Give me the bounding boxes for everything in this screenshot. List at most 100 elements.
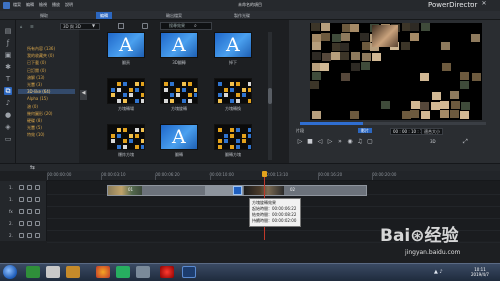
- category-item[interactable]: 光暈 (5): [27, 125, 42, 130]
- menu-view[interactable]: 檢視: [39, 2, 47, 7]
- tab-produce[interactable]: 輸出檔案: [162, 12, 186, 19]
- track-visibility-icon[interactable]: [35, 209, 40, 214]
- library-thumbnail[interactable]: [107, 124, 145, 150]
- preview-mosaic-block: [420, 72, 429, 81]
- tab-capture[interactable]: 擷取: [36, 12, 52, 19]
- library-thumbnail[interactable]: A: [160, 124, 198, 150]
- taskbar-player-icon[interactable]: [116, 266, 130, 278]
- pip-room-icon[interactable]: ▣: [4, 51, 12, 59]
- category-item[interactable]: 溶解 (13): [27, 75, 44, 80]
- track-enable-checkbox[interactable]: [19, 233, 24, 238]
- clip-mode-toggle[interactable]: 片段: [296, 128, 304, 133]
- menu-edit[interactable]: 編輯: [26, 2, 34, 7]
- particle-room-icon[interactable]: ✱: [4, 63, 12, 71]
- taskbar-app-6-icon[interactable]: [136, 266, 150, 278]
- title-room-icon[interactable]: T: [4, 75, 12, 83]
- play-icon[interactable]: ▷: [296, 138, 304, 146]
- track-visibility-icon[interactable]: [35, 185, 40, 190]
- category-item[interactable]: 光暈 (3): [27, 82, 42, 87]
- taskbar-app-1-icon[interactable]: [26, 266, 40, 278]
- taskbar-clock[interactable]: 10:11 2019/4/7: [466, 267, 494, 277]
- snapshot-icon[interactable]: ◉: [346, 138, 354, 146]
- category-options-icon[interactable]: ☰: [30, 24, 34, 29]
- minimize-button[interactable]: —: [466, 0, 476, 9]
- zoom-fit-select[interactable]: 適合大小: [421, 128, 443, 135]
- transition-icon[interactable]: [233, 186, 242, 195]
- subtitle-room-icon[interactable]: ▭: [4, 135, 12, 143]
- collapse-panel-button[interactable]: ◀: [80, 90, 87, 100]
- track-lock-icon[interactable]: [27, 221, 32, 226]
- next-frame-icon[interactable]: ▷: [326, 138, 334, 146]
- category-item[interactable]: 特效 (10): [27, 132, 44, 137]
- track-visibility-icon[interactable]: [35, 221, 40, 226]
- video-clip-1[interactable]: [108, 186, 142, 195]
- fx-room-icon[interactable]: ƒ: [4, 39, 12, 47]
- library-thumbnail[interactable]: [107, 78, 145, 104]
- category-item[interactable]: 幾何圖形 (20): [27, 111, 52, 116]
- track-lock-icon[interactable]: [27, 233, 32, 238]
- media-room-icon[interactable]: ▤: [4, 27, 12, 35]
- taskbar-record-icon[interactable]: [160, 266, 174, 278]
- preview-mosaic-block: [331, 52, 340, 61]
- tab-create-disc[interactable]: 製作光碟: [230, 12, 254, 19]
- library-thumbnail[interactable]: A: [107, 32, 145, 58]
- transition-room-icon[interactable]: ⧉: [4, 87, 12, 95]
- document-title: 未命名的項目: [238, 2, 262, 7]
- taskbar-explorer-icon[interactable]: [66, 266, 80, 278]
- volume-icon[interactable]: ♫: [356, 138, 364, 146]
- import-icon[interactable]: [118, 23, 124, 29]
- category-folder-icon[interactable]: ⌂: [20, 24, 23, 29]
- undock-icon[interactable]: ▢: [366, 138, 374, 146]
- previous-frame-icon[interactable]: ◁: [316, 138, 324, 146]
- track-enable-checkbox[interactable]: [19, 209, 24, 214]
- category-item[interactable]: 我的收藏夾 (0): [27, 53, 54, 58]
- taskbar-firefox-icon[interactable]: [96, 266, 110, 278]
- library-scroll-thumb[interactable]: [268, 88, 272, 104]
- close-button[interactable]: ✕: [478, 0, 490, 9]
- track-visibility-icon[interactable]: [35, 197, 40, 202]
- library-thumbnail[interactable]: A: [214, 32, 252, 58]
- category-item[interactable]: Alpha (15): [27, 96, 48, 101]
- category-item[interactable]: 所有內容 (136): [27, 46, 55, 51]
- taskbar-app-2-icon[interactable]: [46, 266, 60, 278]
- start-button[interactable]: [3, 265, 17, 279]
- track-lock-icon[interactable]: [27, 185, 32, 190]
- menu-help[interactable]: 說明: [65, 2, 73, 7]
- category-item[interactable]: 已訂閱 (0): [27, 68, 46, 73]
- library-thumbnail[interactable]: [214, 124, 252, 150]
- fullscreen-icon[interactable]: ⤢: [463, 139, 468, 145]
- track-lock-icon[interactable]: [27, 197, 32, 202]
- preview-mosaic-block: [460, 71, 469, 80]
- menu-file[interactable]: 檔案: [13, 2, 21, 7]
- library-thumbnail[interactable]: [160, 78, 198, 104]
- chapter-room-icon[interactable]: ◈: [4, 123, 12, 131]
- category-item[interactable]: 硬碟 (8): [27, 118, 42, 123]
- library-thumbnail[interactable]: [214, 78, 252, 104]
- category-item[interactable]: 已下載 (0): [27, 60, 46, 65]
- category-item[interactable]: 3D-like (64): [18, 89, 75, 95]
- audio-room-icon[interactable]: ♪: [4, 99, 12, 107]
- taskbar-powerdirector-icon[interactable]: [182, 266, 196, 278]
- track-lock-icon[interactable]: [27, 209, 32, 214]
- track-visibility-icon[interactable]: [35, 233, 40, 238]
- chevron-down-icon[interactable]: ▼: [92, 23, 95, 28]
- menu-play[interactable]: 播放: [52, 2, 60, 7]
- track-enable-checkbox[interactable]: [19, 185, 24, 190]
- movie-mode-toggle[interactable]: 影片: [358, 128, 372, 133]
- track-enable-checkbox[interactable]: [19, 197, 24, 202]
- stop-icon[interactable]: ■: [306, 138, 314, 146]
- voice-room-icon[interactable]: ●: [4, 111, 12, 119]
- category-item[interactable]: 溶 (0): [27, 104, 38, 109]
- 3d-toggle[interactable]: 3D: [430, 139, 436, 144]
- timeline-settings-icon[interactable]: ⇆: [30, 164, 35, 171]
- search-input[interactable]: 搜尋效果: [160, 22, 212, 30]
- preview-mosaic-block: [322, 53, 331, 62]
- tab-edit[interactable]: 編輯: [96, 12, 112, 19]
- search-icon[interactable]: ⌕: [194, 23, 197, 29]
- library-thumbnail[interactable]: A: [160, 32, 198, 58]
- track-label: fx: [9, 209, 13, 214]
- fast-forward-icon[interactable]: »: [336, 138, 344, 146]
- track-enable-checkbox[interactable]: [19, 221, 24, 226]
- library-menu-icon[interactable]: [142, 23, 148, 29]
- system-tray[interactable]: ▲ ♪: [434, 269, 443, 275]
